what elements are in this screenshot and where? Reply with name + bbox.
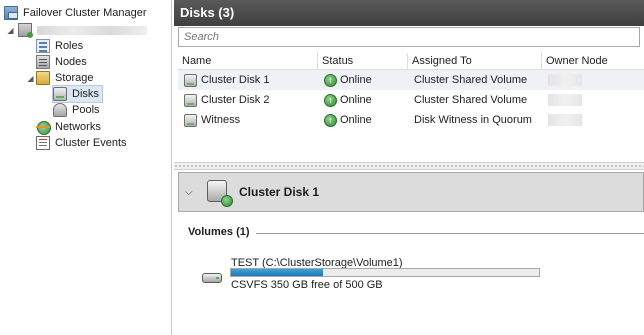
- volume-drive-icon: [202, 270, 224, 284]
- owner-node-redacted: [548, 94, 582, 106]
- disk-status: Online: [340, 94, 372, 106]
- tree-item-label: Networks: [55, 121, 101, 133]
- volume-free-space: CSVFS 350 GB free of 500 GB: [231, 279, 383, 291]
- cell-name: Cluster Disk 1: [178, 73, 318, 87]
- cell-name: Witness: [178, 113, 318, 127]
- pools-icon: [53, 103, 67, 117]
- tree-item-label: Cluster Events: [55, 137, 127, 149]
- table-row[interactable]: Cluster Disk 1 ↑ Online Cluster Shared V…: [178, 70, 644, 90]
- column-header-owner-node[interactable]: Owner Node: [542, 53, 644, 69]
- disks-icon: [53, 87, 67, 101]
- tree-item-pools[interactable]: Pools: [53, 102, 100, 118]
- online-status-icon: ↑: [324, 73, 337, 87]
- tree-item-label: Pools: [72, 104, 100, 116]
- cell-owner: [542, 114, 644, 126]
- disk-assigned-to: Disk Witness in Quorum: [414, 114, 532, 126]
- storage-icon: [36, 71, 50, 85]
- tree-item-storage[interactable]: ◢ Storage: [22, 70, 94, 86]
- pane-title: Disks (3): [174, 0, 644, 26]
- cluster-manager-icon: [4, 6, 18, 20]
- disk-assigned-to: Cluster Shared Volume: [414, 94, 528, 106]
- volume-usage-fill: [231, 269, 324, 276]
- disk-icon: [184, 113, 197, 127]
- table-header: Name Status Assigned To Owner Node: [178, 53, 644, 70]
- tree-root-failover-cluster-manager[interactable]: Failover Cluster Manager: [4, 5, 147, 21]
- tree-item-label: Storage: [55, 72, 94, 84]
- disk-status: Online: [340, 114, 372, 126]
- online-status-icon: ↑: [324, 93, 337, 107]
- pane-splitter[interactable]: [174, 162, 644, 170]
- column-header-assigned-to[interactable]: Assigned To: [408, 53, 542, 69]
- roles-icon: [36, 39, 50, 53]
- disk-status: Online: [340, 74, 372, 86]
- collapse-chevron-icon[interactable]: ⌵: [185, 187, 199, 198]
- table-row[interactable]: Witness ↑ Online Disk Witness in Quorum: [178, 110, 644, 130]
- owner-node-redacted: [548, 114, 582, 126]
- tree-item-roles[interactable]: Roles: [36, 38, 83, 54]
- table-row[interactable]: Cluster Disk 2 ↑ Online Cluster Shared V…: [178, 90, 644, 110]
- tree-item-networks[interactable]: Networks: [36, 119, 101, 135]
- detail-header: ⌵ Cluster Disk 1: [178, 172, 644, 212]
- nodes-icon: [36, 55, 50, 69]
- cluster-icon: [18, 23, 33, 38]
- cluster-name-redacted: [37, 25, 147, 35]
- tree-item-nodes[interactable]: Nodes: [36, 54, 87, 70]
- search-box[interactable]: [178, 27, 640, 47]
- disks-table: Name Status Assigned To Owner Node Clust…: [178, 53, 644, 130]
- cell-status: ↑ Online: [318, 73, 408, 87]
- tree-root-label: Failover Cluster Manager: [23, 7, 147, 19]
- navigation-tree: Failover Cluster Manager ◢ Roles Nodes ◢…: [0, 0, 172, 335]
- disk-name: Cluster Disk 2: [201, 94, 270, 106]
- column-header-name[interactable]: Name: [178, 53, 318, 69]
- cell-owner: [542, 74, 644, 86]
- disk-assigned-to: Cluster Shared Volume: [414, 74, 528, 86]
- disk-icon: [184, 93, 197, 107]
- owner-node-redacted: [548, 74, 582, 86]
- detail-title: Cluster Disk 1: [239, 185, 320, 199]
- cell-status: ↑ Online: [318, 113, 408, 127]
- disk-name: Witness: [201, 114, 241, 126]
- volumes-heading: Volumes (1): [188, 226, 250, 238]
- expand-toggle-icon[interactable]: ◢: [26, 74, 35, 83]
- cell-owner: [542, 94, 644, 106]
- tree-item-label: Roles: [55, 40, 84, 52]
- events-icon: [36, 136, 50, 150]
- tree-item-cluster[interactable]: ◢: [6, 22, 147, 38]
- online-status-icon: ↑: [324, 113, 337, 127]
- tree-item-label: Disks: [72, 88, 99, 100]
- cluster-disk-icon: [207, 178, 233, 207]
- search-input[interactable]: [179, 28, 639, 46]
- tree-item-label: Nodes: [55, 56, 87, 68]
- disk-name: Cluster Disk 1: [201, 74, 270, 86]
- volume-usage-bar: [230, 268, 540, 277]
- cell-name: Cluster Disk 2: [178, 93, 318, 107]
- splitter-grip: [174, 165, 644, 167]
- networks-icon: [36, 120, 51, 135]
- tree-item-cluster-events[interactable]: Cluster Events: [36, 135, 127, 151]
- volumes-divider: [256, 233, 644, 234]
- cell-status: ↑ Online: [318, 93, 408, 107]
- expand-toggle-icon[interactable]: ◢: [6, 26, 15, 35]
- disks-pane: Disks (3) Name Status Assigned To Owner …: [174, 0, 644, 335]
- tree-item-disks[interactable]: Disks: [52, 85, 103, 103]
- column-header-status[interactable]: Status: [318, 53, 408, 69]
- disk-icon: [184, 73, 197, 87]
